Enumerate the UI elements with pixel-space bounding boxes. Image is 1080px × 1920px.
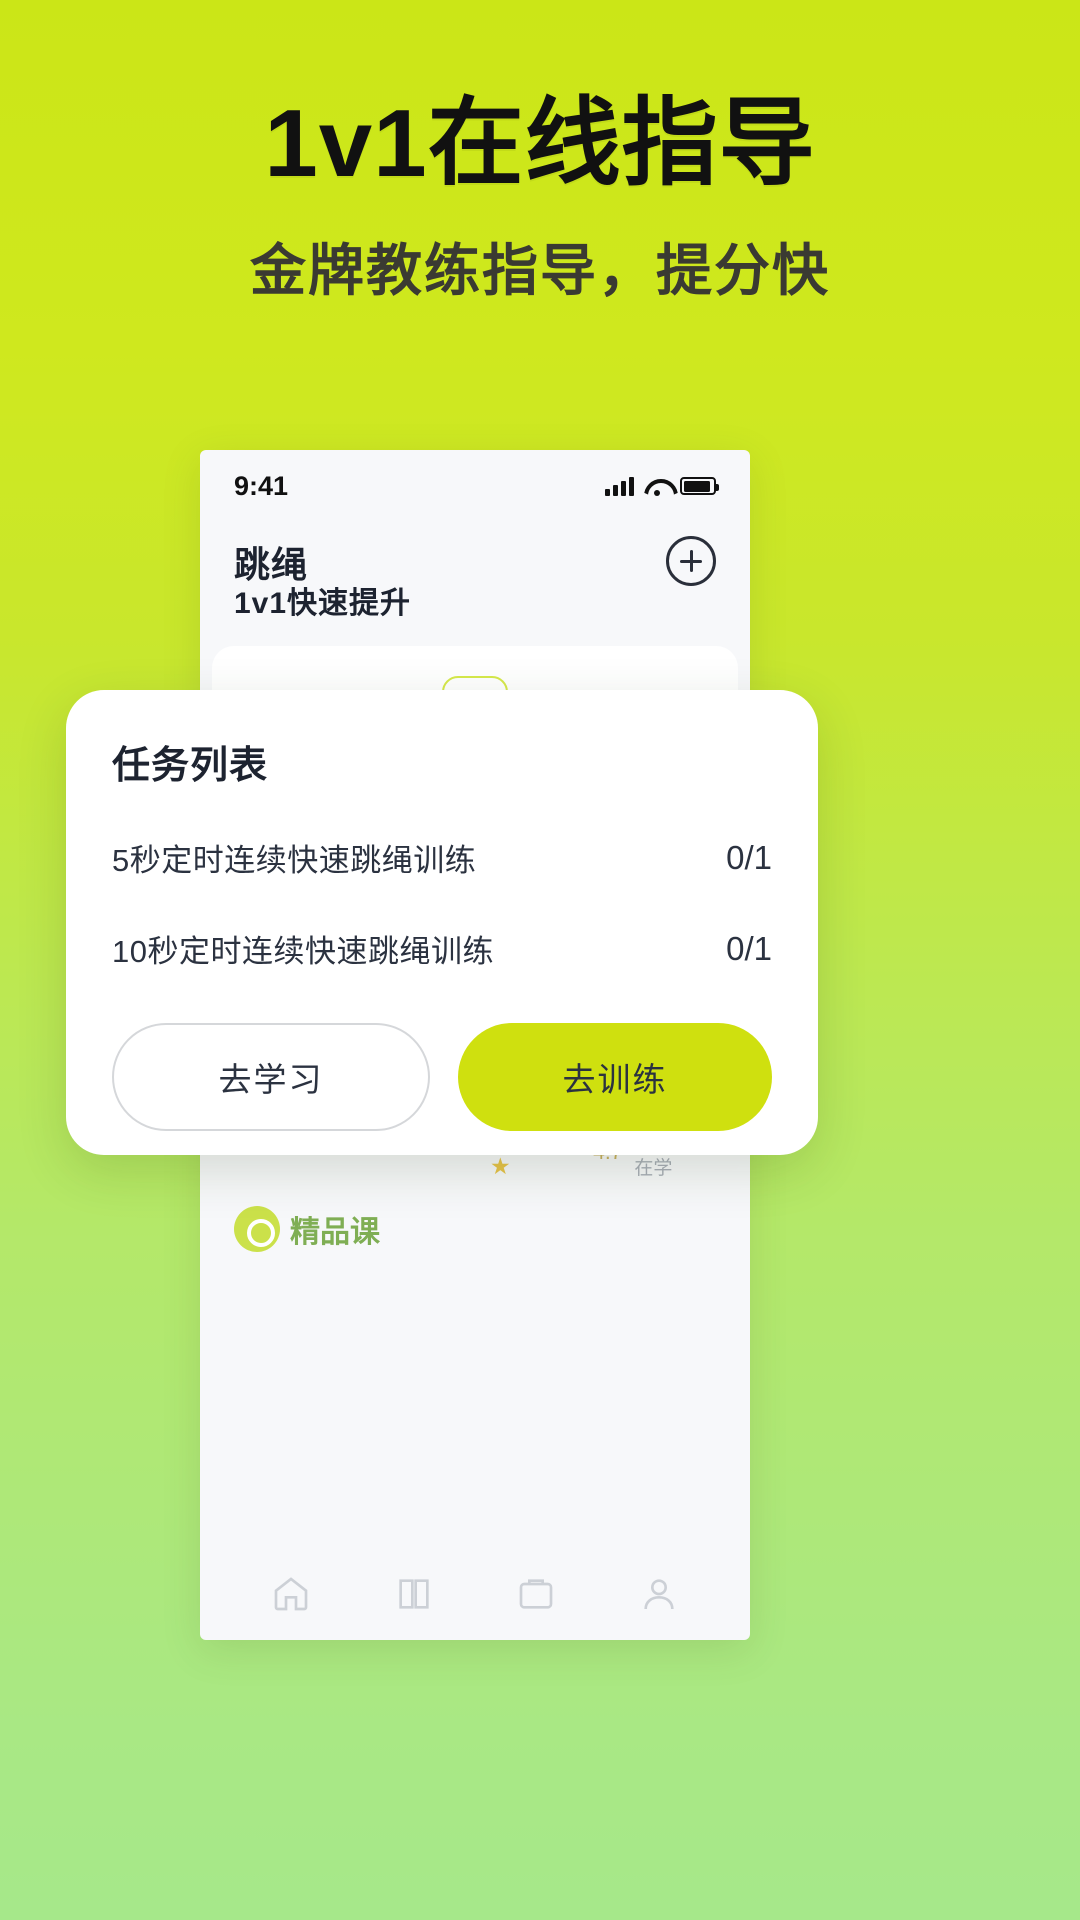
bottom-tab-bar: [200, 1548, 750, 1640]
go-train-button[interactable]: 去训练: [458, 1023, 772, 1131]
task-name: 10秒定时连续快速跳绳训练: [112, 934, 494, 969]
task-list-modal: 任务列表 5秒定时连续快速跳绳训练 0/1 10秒定时连续快速跳绳训练 0/1 …: [66, 690, 818, 1155]
store-icon[interactable]: [515, 1574, 557, 1614]
promo-header: 1v1在线指导 金牌教练指导，提分快: [0, 0, 1080, 307]
book-icon[interactable]: [393, 1574, 435, 1614]
go-study-button[interactable]: 去学习: [112, 1023, 430, 1131]
modal-actions: 去学习 去训练: [112, 1023, 772, 1131]
promo-title: 1v1在线指导: [264, 90, 816, 197]
task-row-1[interactable]: 10秒定时连续快速跳绳训练 0/1: [112, 926, 772, 971]
task-progress-count: 0/1: [726, 929, 772, 967]
status-time: 9:41: [234, 470, 289, 501]
status-icon-group: [605, 476, 719, 496]
task-name: 5秒定时连续快速跳绳训练: [112, 843, 477, 878]
premium-badge-label: 精品课: [290, 1216, 380, 1249]
promo-subtitle: 金牌教练指导，提分快: [250, 238, 830, 302]
profile-icon[interactable]: [638, 1574, 680, 1614]
medal-icon: [234, 1206, 280, 1252]
app-subtitle: 1v1快速提升: [234, 587, 412, 620]
task-progress-count: 0/1: [726, 838, 772, 876]
modal-title: 任务列表: [112, 745, 269, 787]
battery-icon: [680, 477, 719, 495]
wifi-icon: [644, 477, 670, 496]
premium-badge-strip: 精品课: [200, 1180, 750, 1252]
status-bar: 9:41: [200, 450, 750, 522]
home-icon[interactable]: [270, 1574, 312, 1614]
task-row-0[interactable]: 5秒定时连续快速跳绳训练 0/1: [112, 835, 772, 880]
signal-icon: [605, 476, 634, 496]
